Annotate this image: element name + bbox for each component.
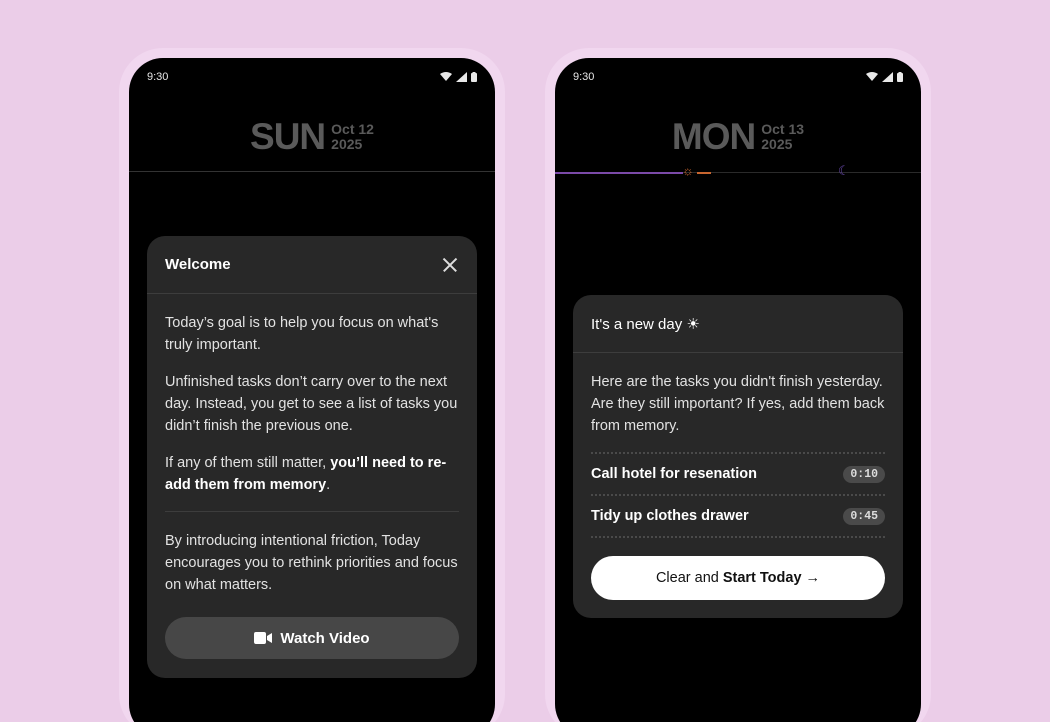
date-year: 2025 <box>761 135 793 152</box>
phone-screen-right: 9:30 MON Oct 13 2025 ☼ ☾ It's a new day … <box>555 58 921 722</box>
day-name: SUN <box>250 116 326 157</box>
task-name: Call hotel for resenation <box>591 466 757 482</box>
sun-icon: ☼ <box>682 163 694 178</box>
task-name: Tidy up clothes drawer <box>591 508 749 524</box>
start-button-prefix: Clear and <box>655 570 719 586</box>
signal-icon <box>456 72 467 82</box>
date-year: 2025 <box>331 135 363 152</box>
day-name: MON <box>671 116 756 157</box>
modal-paragraph-4: By introducing intentional friction, Tod… <box>165 533 458 593</box>
p3-prefix: If any of them still matter, <box>165 455 331 471</box>
date-header: MON Oct 13 2025 <box>555 118 921 155</box>
status-time: 9:30 <box>147 71 169 83</box>
status-time: 9:30 <box>573 71 595 83</box>
battery-icon <box>897 72 903 82</box>
start-button-bold: Start Today → <box>722 570 821 586</box>
modal-divider <box>165 511 459 512</box>
wifi-icon <box>866 72 878 81</box>
card-description: Here are the tasks you didn't finish yes… <box>591 374 885 434</box>
close-icon[interactable] <box>441 256 459 274</box>
timeline-bar <box>129 171 495 172</box>
phone-frame-left: 9:30 SUN Oct 12 2025 Welcome Today’s goa… <box>119 48 505 722</box>
date-stack: Oct 12 2025 <box>331 122 374 151</box>
p3-suffix: . <box>326 477 331 493</box>
status-bar: 9:30 <box>573 70 903 84</box>
watch-video-label: Watch Video <box>280 629 370 647</box>
status-icons <box>866 72 903 82</box>
task-list: Call hotel for resenation 0:10 Tidy up c… <box>591 452 885 538</box>
timeline-elapsed-segment <box>555 172 683 174</box>
task-row[interactable]: Tidy up clothes drawer 0:45 <box>591 496 885 536</box>
battery-icon <box>471 72 477 82</box>
status-bar: 9:30 <box>147 70 477 84</box>
modal-body: Today’s goal is to help you focus on wha… <box>147 294 477 596</box>
date-header: SUN Oct 12 2025 <box>129 118 495 155</box>
task-duration-badge: 0:45 <box>843 507 885 525</box>
task-separator <box>591 536 885 538</box>
date-stack: Oct 13 2025 <box>761 122 804 151</box>
watch-video-button[interactable]: Watch Video <box>165 617 459 659</box>
moon-icon: ☾ <box>838 163 850 178</box>
status-icons <box>440 72 477 82</box>
welcome-modal: Welcome Today’s goal is to help you focu… <box>147 236 477 678</box>
new-day-card: It's a new day ☀ Here are the tasks you … <box>573 295 903 618</box>
signal-icon <box>882 72 893 82</box>
card-title: It's a new day ☀ <box>591 315 700 333</box>
wifi-icon <box>440 72 452 81</box>
modal-paragraph-2: Unfinished tasks don’t carry over to the… <box>165 374 458 434</box>
task-row[interactable]: Call hotel for resenation 0:10 <box>591 454 885 494</box>
phone-frame-right: 9:30 MON Oct 13 2025 ☼ ☾ It's a new day … <box>545 48 931 722</box>
day-timeline: ☼ ☾ <box>555 162 921 182</box>
video-camera-icon <box>254 632 273 644</box>
timeline-current-segment <box>697 172 711 174</box>
modal-paragraph-3: If any of them still matter, you’ll need… <box>165 452 459 496</box>
start-today-button[interactable]: Clear and Start Today → <box>591 556 885 600</box>
phone-screen-left: 9:30 SUN Oct 12 2025 Welcome Today’s goa… <box>129 58 495 722</box>
modal-paragraph-1: Today’s goal is to help you focus on wha… <box>165 315 439 353</box>
date-month-day: Oct 12 <box>331 120 374 137</box>
card-body: Here are the tasks you didn't finish yes… <box>573 353 903 538</box>
card-header: It's a new day ☀ <box>573 295 903 353</box>
date-month-day: Oct 13 <box>761 120 805 137</box>
modal-title: Welcome <box>165 256 231 273</box>
modal-header: Welcome <box>147 236 477 294</box>
task-duration-badge: 0:10 <box>843 465 885 483</box>
